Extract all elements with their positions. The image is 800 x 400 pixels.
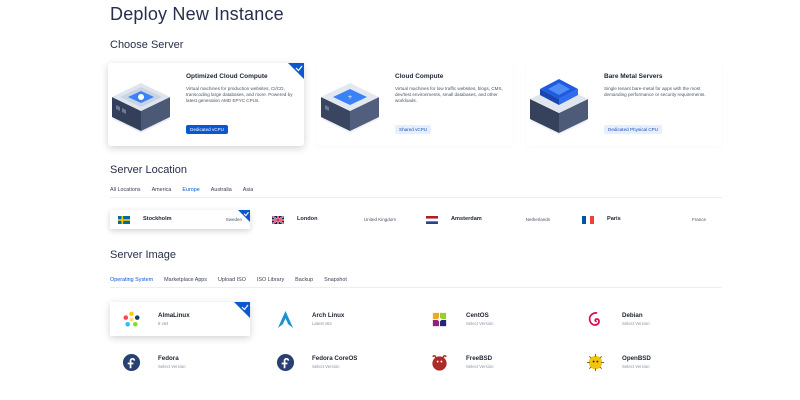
server-location-heading: Server Location (110, 164, 188, 176)
selected-check-icon (288, 63, 304, 79)
server-card-description: Single tenant bare-metal for apps with t… (604, 86, 706, 97)
server-card-title: Cloud Compute (395, 73, 444, 80)
os-name: Fedora (158, 355, 179, 362)
openbsd-icon (586, 353, 605, 372)
os-version: 8 x64 (158, 321, 169, 326)
sweden-flag-icon (118, 216, 130, 224)
location-city: Paris (607, 216, 621, 222)
os-version: Select Version (312, 364, 340, 369)
centos-icon (432, 312, 447, 327)
os-card-arch-linux[interactable]: Arch Linux Latest x64 (264, 302, 404, 336)
optimized-cloud-compute-illustration (112, 83, 170, 133)
location-card-amsterdam[interactable]: Amsterdam Netherlands (418, 210, 558, 229)
os-name: OpenBSD (622, 355, 651, 362)
os-version: Select Version (622, 364, 650, 369)
location-card-london[interactable]: London United Kingdom (264, 210, 404, 229)
server-card-description: Virtual machines for low traffic website… (395, 86, 503, 103)
os-name: AlmaLinux (158, 312, 190, 319)
server-card-badge: Shared vCPU (395, 125, 432, 134)
server-card-cloud-compute[interactable]: + Cloud Compute Virtual machines for low… (317, 63, 513, 146)
server-card-description: Virtual machines for production websites… (186, 86, 293, 103)
location-city: Amsterdam (451, 216, 482, 222)
location-card-paris[interactable]: Paris France (574, 210, 714, 229)
os-card-fedora[interactable]: Fedora Select Version (110, 345, 250, 379)
server-image-heading: Server Image (110, 249, 177, 261)
os-version: Select Version (622, 321, 650, 326)
os-name: FreeBSD (466, 355, 493, 362)
bare-metal-illustration (530, 79, 588, 135)
os-version: Latest x64 (312, 321, 332, 326)
page-title: Deploy New Instance (110, 4, 284, 24)
location-country: United Kingdom (363, 216, 396, 222)
debian-icon (588, 311, 600, 326)
location-tabs-divider (110, 197, 722, 198)
os-card-freebsd[interactable]: FreeBSD Select Version (418, 345, 558, 379)
server-card-badge: Dedicated vCPU (186, 125, 228, 134)
os-version: Select Version (466, 364, 494, 369)
choose-server-heading: Choose Server (110, 39, 184, 51)
server-card-title: Optimized Cloud Compute (186, 73, 268, 80)
location-city: Stockholm (143, 216, 172, 222)
fedora-icon (122, 353, 141, 372)
selected-check-icon (238, 210, 250, 222)
os-card-openbsd[interactable]: OpenBSD Select Version (574, 345, 714, 379)
location-country: Netherlands (525, 216, 550, 222)
os-version: Select Version (158, 364, 186, 369)
os-name: Fedora CoreOS (312, 355, 358, 362)
location-country: France (691, 216, 706, 222)
fedora-coreos-icon (276, 353, 295, 372)
uk-flag-icon (272, 216, 284, 224)
os-card-centos[interactable]: CentOS Select Version (418, 302, 558, 336)
freebsd-icon (432, 355, 447, 371)
server-type-cards: Optimized Cloud Compute Virtual machines… (108, 63, 728, 149)
france-flag-icon (582, 216, 594, 224)
os-name: Debian (622, 312, 643, 319)
os-version: Select Version (466, 321, 494, 326)
cloud-compute-illustration: + (321, 83, 379, 133)
image-tabs-divider (110, 287, 722, 288)
location-card-stockholm[interactable]: Stockholm Sweden (110, 210, 250, 229)
selected-check-icon (234, 302, 250, 318)
os-card-debian[interactable]: Debian Select Version (574, 302, 714, 336)
os-card-fedora-coreos[interactable]: Fedora CoreOS Select Version (264, 345, 404, 379)
location-city: London (297, 216, 318, 222)
almalinux-icon (123, 311, 140, 327)
archlinux-icon (277, 310, 294, 329)
os-card-almalinux[interactable]: AlmaLinux 8 x64 (110, 302, 250, 336)
os-name: Arch Linux (312, 312, 345, 319)
svg-text:+: + (347, 94, 352, 101)
server-card-optimized-cloud-compute[interactable]: Optimized Cloud Compute Virtual machines… (108, 63, 304, 146)
server-card-title: Bare Metal Servers (604, 73, 663, 80)
server-card-badge: Dedicated Physical CPU (604, 125, 663, 134)
os-name: CentOS (466, 312, 489, 319)
server-card-bare-metal[interactable]: Bare Metal Servers Single tenant bare-me… (526, 63, 722, 146)
netherlands-flag-icon (426, 216, 438, 224)
